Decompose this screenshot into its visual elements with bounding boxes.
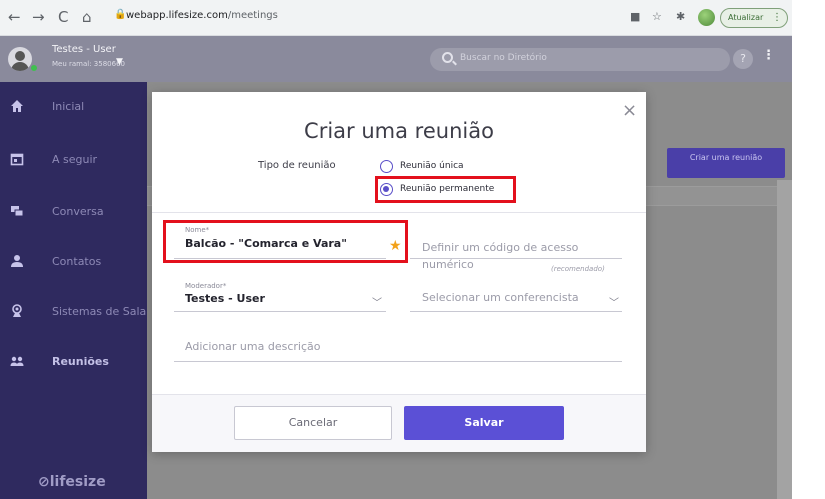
logo-text: lifesize: [49, 474, 106, 490]
home-icon: [11, 100, 23, 112]
moderator-select[interactable]: Testes - User: [185, 292, 265, 305]
room-system-icon: [12, 304, 22, 317]
page-margin: [792, 0, 825, 499]
profile-avatar[interactable]: [698, 9, 715, 26]
lifesize-logo: ⊘lifesize: [38, 474, 106, 490]
app-window: ← → C ⌂ 🔒 webapp.lifesize.com/meetings ■…: [0, 0, 825, 499]
sidebar-item-label: Conversa: [52, 205, 104, 218]
radio-permanent-meeting[interactable]: [380, 183, 393, 196]
address-bar[interactable]: 🔒 webapp.lifesize.com/meetings: [110, 5, 620, 29]
description-underline: [174, 361, 622, 362]
name-field[interactable]: Balcão - "Comarca e Vara": [185, 237, 347, 250]
search-icon: [442, 52, 453, 63]
sidebar-item-label: Reuniões: [52, 355, 109, 368]
cancel-button[interactable]: Cancelar: [234, 406, 392, 440]
directory-search[interactable]: Buscar no Diretório: [430, 48, 730, 71]
lock-icon: 🔒: [114, 9, 127, 20]
url-text: webapp.lifesize.com/meetings: [126, 10, 278, 21]
sidebar-item-reunioes[interactable]: Reuniões: [0, 345, 147, 379]
star-icon[interactable]: ★: [389, 238, 402, 254]
home-icon[interactable]: ⌂: [82, 8, 92, 26]
help-button[interactable]: ?: [733, 49, 753, 69]
sidebar-item-label: Inicial: [52, 100, 85, 113]
sidebar-item-label: A seguir: [52, 153, 98, 166]
create-meeting-dialog: × Criar uma reunião Tipo de reunião Reun…: [152, 92, 646, 452]
moderator-underline: [174, 311, 386, 312]
description-field[interactable]: Adicionar uma descrição: [185, 340, 321, 353]
sidebar-item-a-seguir[interactable]: A seguir: [0, 143, 147, 177]
radio-permanent-label[interactable]: Reunião permanente: [400, 184, 494, 194]
chevron-down-icon[interactable]: ﹀: [609, 294, 619, 309]
update-button[interactable]: Atualizar ⋮: [720, 8, 788, 28]
avatar[interactable]: [8, 47, 32, 71]
search-placeholder: Buscar no Diretório: [460, 53, 547, 63]
user-extension: Meu ramal: 3580660: [52, 60, 125, 68]
name-underline: [174, 258, 386, 259]
chevron-down-icon[interactable]: ﹀: [372, 294, 382, 309]
radio-single-label[interactable]: Reunião única: [400, 161, 464, 171]
moderator-label: Moderador*: [185, 282, 227, 290]
sidebar-item-label: Sistemas de Sala: [52, 305, 147, 318]
update-label: Atualizar: [728, 13, 764, 22]
calendar-icon: [10, 153, 24, 166]
meetings-icon: [10, 356, 24, 366]
user-name[interactable]: Testes - User: [52, 44, 116, 55]
sidebar: Inicial A seguir Conversa Contatos Siste…: [0, 82, 147, 499]
presenter-select[interactable]: Selecionar um conferencista: [422, 291, 579, 304]
camera-icon[interactable]: ■: [630, 10, 640, 23]
browser-toolbar: ← → C ⌂ 🔒 webapp.lifesize.com/meetings ■…: [0, 0, 792, 36]
url-host: webapp.lifesize.com: [126, 10, 228, 21]
name-field-label: Nome*: [185, 226, 210, 234]
app-header: Testes - User Meu ramal: 3580660 ▼ Busca…: [0, 36, 792, 82]
passcode-underline: [410, 258, 622, 259]
menu-icon[interactable]: ⋮: [762, 48, 775, 63]
passcode-hint: (recomendado): [551, 265, 605, 273]
meeting-type-label: Tipo de reunião: [258, 160, 336, 171]
sidebar-item-contatos[interactable]: Contatos: [0, 245, 147, 279]
scrollbar[interactable]: [777, 180, 792, 499]
save-button[interactable]: Salvar: [404, 406, 564, 440]
forward-icon[interactable]: →: [32, 8, 45, 26]
sidebar-item-inicial[interactable]: Inicial: [0, 90, 147, 124]
presenter-underline: [410, 311, 622, 312]
sidebar-item-label: Contatos: [52, 255, 102, 268]
chat-icon: [11, 206, 24, 217]
url-path: /meetings: [227, 10, 278, 21]
sidebar-item-conversa[interactable]: Conversa: [0, 195, 147, 229]
create-meeting-button[interactable]: Criar uma reunião: [667, 148, 785, 178]
contact-icon: [11, 255, 23, 267]
logo-mark-icon: ⊘: [38, 474, 50, 490]
chevron-down-icon[interactable]: ▼: [116, 57, 123, 67]
divider: [152, 394, 646, 395]
dialog-footer: [152, 394, 646, 452]
extensions-icon[interactable]: ✱: [676, 10, 685, 23]
sidebar-item-sistemas-de-sala[interactable]: Sistemas de Sala: [0, 295, 147, 329]
bookmark-star-icon[interactable]: ☆: [652, 10, 662, 23]
close-icon[interactable]: ×: [622, 100, 637, 121]
radio-single-meeting[interactable]: [380, 160, 393, 173]
back-icon[interactable]: ←: [8, 8, 21, 26]
dialog-title: Criar uma reunião: [304, 119, 494, 143]
more-icon: ⋮: [772, 12, 782, 23]
status-online-icon: [30, 64, 38, 72]
reload-icon[interactable]: C: [58, 8, 68, 26]
divider: [152, 212, 646, 213]
